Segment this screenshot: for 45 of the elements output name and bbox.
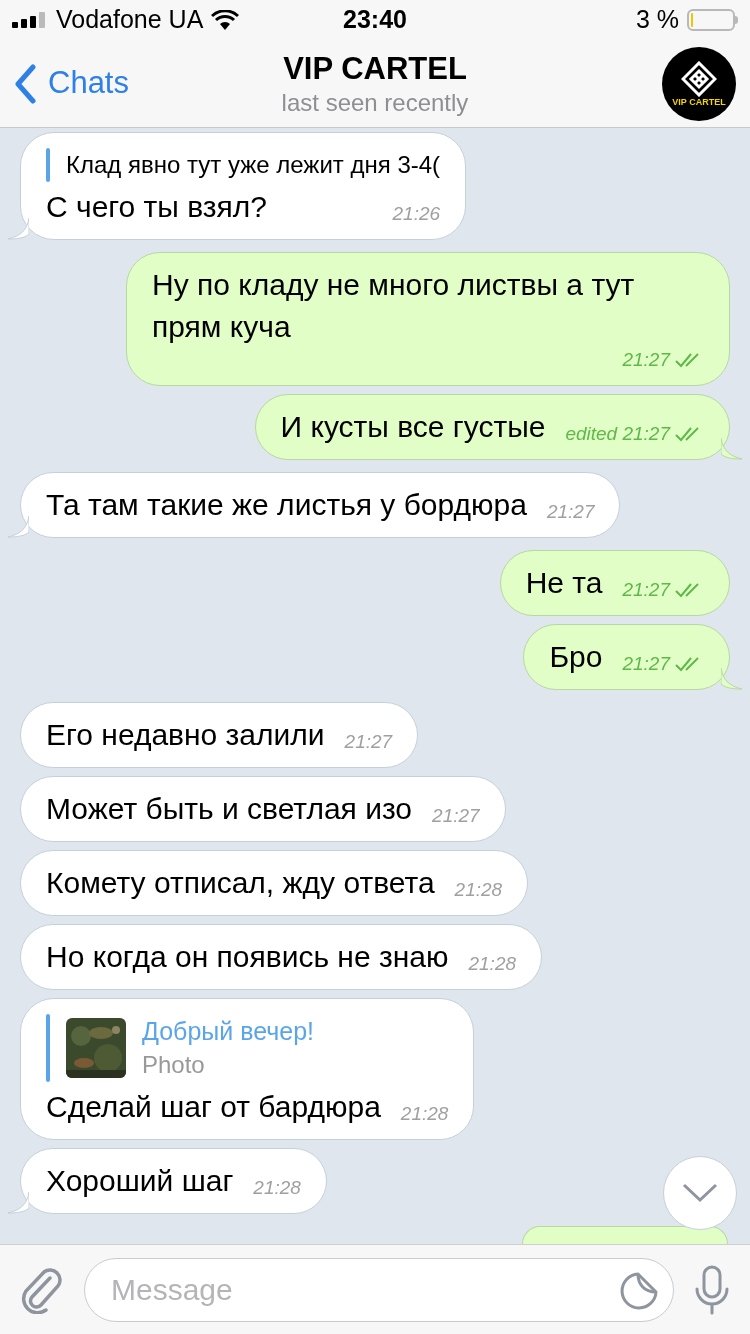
chat-title: VIP CARTEL: [283, 49, 467, 88]
carrier-name: Vodafone UA: [56, 4, 204, 36]
signal-icon: [12, 12, 48, 28]
reply-text: Клад явно тут уже лежит дня 3-4(: [66, 150, 441, 180]
message-text: Может быть и светлая изо: [46, 791, 413, 827]
message-time: 21:27: [622, 652, 670, 676]
message-time: 21:27: [432, 804, 480, 828]
clock: 23:40: [342, 4, 408, 36]
back-button[interactable]: Chats: [14, 60, 234, 107]
message-text: Его недавно залили: [46, 717, 325, 753]
battery-percent: 3 %: [635, 4, 679, 36]
message-time: 21:27: [546, 500, 595, 524]
avatar-text: VIP CARTEL: [672, 96, 726, 107]
message-text: Но когда он появись не знаю: [46, 939, 449, 975]
message-time: 21:28: [400, 1102, 449, 1126]
message-time: 21:27: [622, 348, 670, 372]
message-text: Хороший шаг: [46, 1163, 234, 1199]
wifi-icon: [211, 10, 240, 30]
message-text: Ну по кладу не много листвы а тут прям куча: [152, 267, 636, 345]
message-text: И кусты все густые: [280, 409, 546, 445]
reply-text: Photo: [142, 1050, 206, 1080]
attach-icon[interactable]: [20, 1265, 64, 1314]
message-text: Бро: [549, 639, 603, 675]
message-text: Не та: [525, 565, 603, 601]
message-text: С чего ты взял?: [46, 189, 269, 225]
message-text: Та там такие же листья у бордюра: [46, 487, 527, 523]
message-time: 21:27: [622, 578, 670, 602]
message-time: 21:28: [468, 952, 516, 976]
back-chevron-icon: [14, 63, 36, 104]
microphone-icon[interactable]: [694, 1264, 730, 1315]
reply-bar: [46, 148, 50, 182]
diamond-logo-icon: [681, 60, 717, 97]
message-text: Комету отписал, жду ответа: [46, 865, 435, 901]
message-time: 21:28: [454, 878, 503, 902]
message-time: edited 21:27: [565, 422, 670, 446]
message-field[interactable]: Message: [84, 1257, 674, 1322]
chevron-down-icon: [682, 1183, 718, 1203]
reply-sender: Добрый вечер!: [142, 1016, 315, 1047]
avatar[interactable]: VIP CARTEL: [662, 46, 736, 121]
chat-status: last seen recently: [281, 87, 469, 118]
message-text: Сделай шаг от бардюра: [46, 1089, 381, 1125]
message-time: 21:28: [253, 1176, 301, 1200]
message-time: 21:26: [392, 202, 441, 226]
message-time: 21:27: [344, 730, 393, 754]
reply-bar: [46, 1014, 50, 1082]
